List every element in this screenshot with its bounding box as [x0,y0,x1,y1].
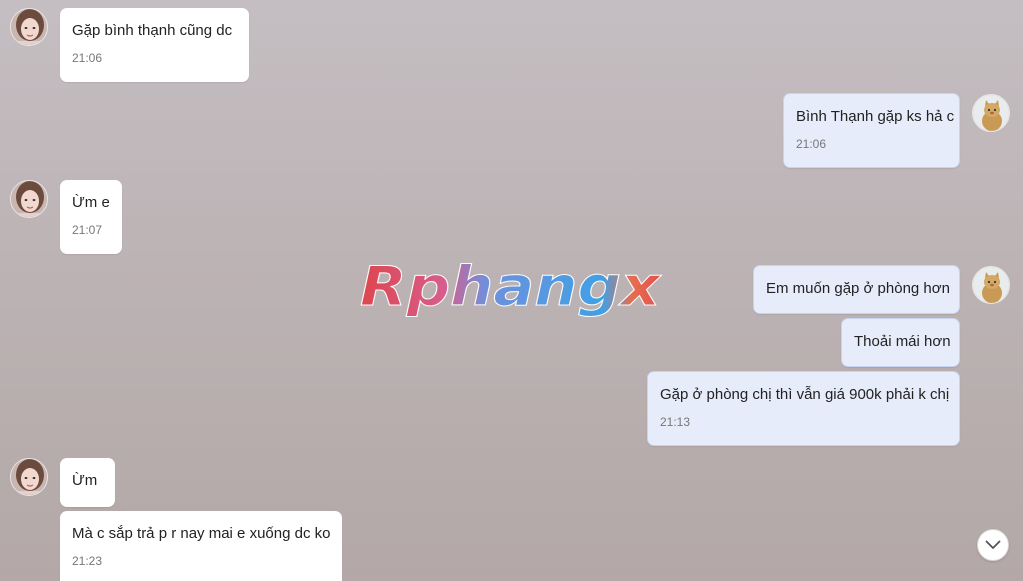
message-bubble[interactable]: Gặp ở phòng chị thì vẫn giá 900k phải k … [647,371,960,446]
message-bubble[interactable]: Ừm [60,458,115,507]
watermark-text: Rphangx [360,257,662,318]
message-bubble[interactable]: Gặp bình thạnh cũng dc 21:06 [60,8,249,82]
sender-avatar[interactable] [10,458,48,496]
message-bubble[interactable]: Ừm e 21:07 [60,180,122,254]
cat-avatar-icon [973,95,1009,131]
message-text: Ừm e [72,194,110,211]
message-time: 21:06 [796,137,827,151]
message-text: Em muốn gặp ở phòng hơn [766,280,950,297]
message-bubble[interactable]: Bình Thạnh gặp ks hả c 21:06 [783,93,960,168]
message-text: Gặp bình thạnh cũng dc [72,22,233,39]
scroll-to-bottom-button[interactable] [977,529,1009,561]
message-time: 21:06 [72,51,103,65]
own-avatar[interactable] [972,94,1010,132]
woman-avatar-icon [11,459,47,495]
own-avatar[interactable] [972,266,1010,304]
chevron-down-icon [985,540,1001,549]
message-text: Gặp ở phòng chị thì vẫn giá 900k phải k … [660,386,950,403]
message-time: 21:13 [660,415,691,429]
message-bubble[interactable]: Mà c sắp trả p r nay mai e xuống dc ko 2… [60,511,342,581]
woman-avatar-icon [11,9,47,45]
sender-avatar[interactable] [10,8,48,46]
message-text: Thoải mái hơn [854,333,951,350]
chat-conversation: Rphangx Gặp bình thạnh cũng dc 21:06 Bìn… [0,0,1023,581]
cat-avatar-icon [973,267,1009,303]
message-time: 21:23 [72,554,103,568]
message-time: 21:07 [72,223,103,237]
watermark-logo: Rphangx [358,255,668,327]
sender-avatar[interactable] [10,180,48,218]
message-text: Bình Thạnh gặp ks hả c [796,108,955,125]
woman-avatar-icon [11,181,47,217]
message-text: Mà c sắp trả p r nay mai e xuống dc ko [72,525,331,542]
message-text: Ừm [72,472,98,489]
message-bubble[interactable]: Thoải mái hơn [841,318,960,367]
message-bubble[interactable]: Em muốn gặp ở phòng hơn [753,265,960,314]
